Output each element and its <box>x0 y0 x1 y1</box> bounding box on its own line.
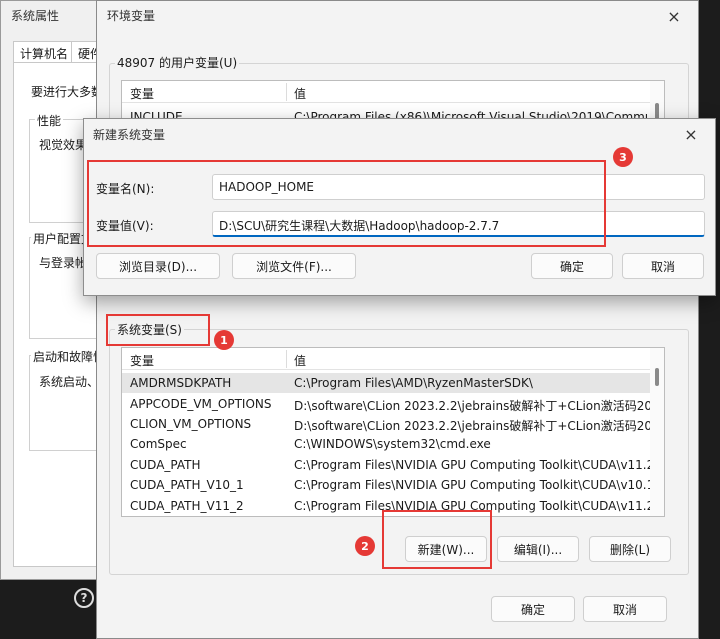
system-variables-list[interactable]: 变量 值 AMDRMSDKPATH C:\Program Files\AMD\R… <box>121 347 665 517</box>
ok-button[interactable]: 确定 <box>491 596 575 622</box>
variable-value: C:\Program Files\NVIDIA GPU Computing To… <box>294 478 650 492</box>
variable-value: D:\software\CLion 2023.2.2\jebrains破解补丁+… <box>294 419 650 433</box>
variable-name: CLION_VM_OPTIONS <box>130 417 252 431</box>
table-row[interactable]: CUDA_PATH C:\Program Files\NVIDIA GPU Co… <box>122 455 650 475</box>
variable-name: APPCODE_VM_OPTIONS <box>130 397 272 411</box>
column-header-value[interactable]: 值 <box>294 85 306 102</box>
sysprops-intro: 要进行大多数 <box>31 85 104 99</box>
profile-text: 与登录帐 <box>39 256 88 270</box>
user-variables-label: 48907 的用户变量(U) <box>115 54 240 71</box>
browse-file-button[interactable]: 浏览文件(F)... <box>232 253 356 279</box>
column-header-variable[interactable]: 变量 <box>130 352 154 369</box>
variable-name: CUDA_PATH_V10_1 <box>130 478 244 492</box>
envwin-title: 环境变量 <box>107 9 156 23</box>
browse-directory-button[interactable]: 浏览目录(D)... <box>96 253 220 279</box>
dialog-ok-button[interactable]: 确定 <box>531 253 613 279</box>
sysprops-title: 系统属性 <box>11 9 60 23</box>
variable-name: CUDA_PATH_V11_2 <box>130 499 244 513</box>
column-header-value[interactable]: 值 <box>294 352 306 369</box>
table-row[interactable]: AMDRMSDKPATH C:\Program Files\AMD\RyzenM… <box>122 373 650 393</box>
dialog-title: 新建系统变量 <box>93 128 166 142</box>
close-icon[interactable]: × <box>669 119 713 149</box>
scrollbar[interactable] <box>650 348 664 516</box>
table-row[interactable]: ComSpec C:\WINDOWS\system32\cmd.exe <box>122 434 650 454</box>
variable-name: CUDA_PATH <box>130 458 201 472</box>
annotation-badge-1: 1 <box>214 330 234 350</box>
variable-value: D:\software\CLion 2023.2.2\jebrains破解补丁+… <box>294 399 650 413</box>
table-row[interactable]: APPCODE_VM_OPTIONS D:\software\CLion 202… <box>122 394 650 414</box>
column-header-variable[interactable]: 变量 <box>130 85 154 102</box>
startup-text: 系统启动、 <box>39 375 100 389</box>
annotation-badge-3: 3 <box>613 147 633 167</box>
annotation-box-variable-fields <box>87 160 606 247</box>
column-divider[interactable] <box>286 83 287 101</box>
annotation-box-system-variables <box>106 314 210 346</box>
cancel-button[interactable]: 取消 <box>583 596 667 622</box>
variable-value: C:\Program Files\NVIDIA GPU Computing To… <box>294 458 650 472</box>
variable-value: C:\WINDOWS\system32\cmd.exe <box>294 437 491 451</box>
edit-variable-button[interactable]: 编辑(I)... <box>497 536 579 562</box>
dialog-cancel-button[interactable]: 取消 <box>622 253 704 279</box>
variable-name: AMDRMSDKPATH <box>130 376 232 390</box>
close-icon[interactable]: × <box>652 1 696 31</box>
variable-name: ComSpec <box>130 437 187 451</box>
column-divider[interactable] <box>286 350 287 368</box>
user-list-header: 变量 值 <box>122 81 664 103</box>
tab-computer-name[interactable]: 计算机名 <box>13 41 76 63</box>
performance-label: 性能 <box>35 112 64 129</box>
delete-variable-button[interactable]: 删除(L) <box>589 536 671 562</box>
variable-value: C:\Program Files\AMD\RyzenMasterSDK\ <box>294 376 533 390</box>
system-list-header: 变量 值 <box>122 348 664 370</box>
help-icon[interactable]: ? <box>74 588 94 608</box>
table-row[interactable]: CUDA_PATH_V10_1 C:\Program Files\NVIDIA … <box>122 475 650 495</box>
table-row[interactable]: CLION_VM_OPTIONS D:\software\CLion 2023.… <box>122 414 650 434</box>
performance-text: 视觉效果 <box>39 138 88 152</box>
annotation-badge-2: 2 <box>355 536 375 556</box>
annotation-box-new-button <box>382 510 492 569</box>
